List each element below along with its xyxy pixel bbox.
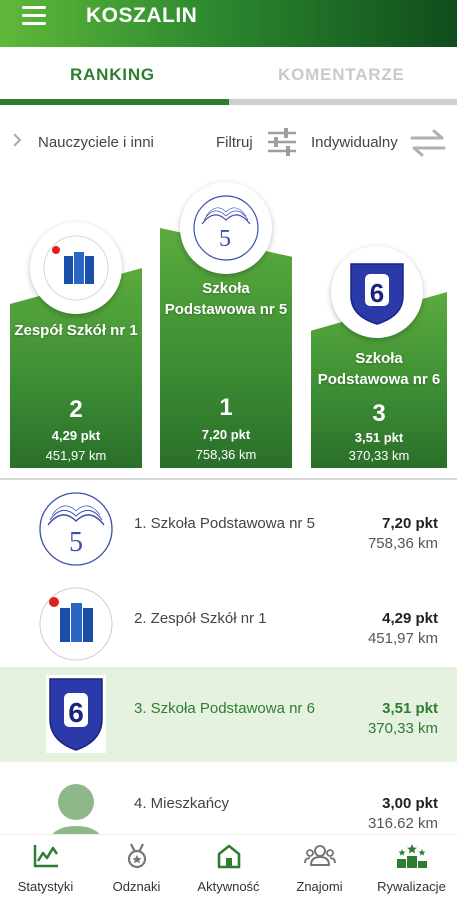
sp6-numeral: 6: [370, 278, 384, 308]
nav-aktywnosc[interactable]: Aktywność: [183, 835, 274, 900]
nav-rywalizacje[interactable]: Rywalizacje: [366, 835, 457, 900]
ranking-row-distance: 370,33 km: [367, 720, 438, 737]
podium-second-points: 4,29 pkt: [51, 428, 101, 443]
category-selector[interactable]: Nauczyciele i inni: [38, 134, 154, 151]
page-title: KOSZALIN: [86, 4, 198, 27]
ranking-row-distance: 758,36 km: [367, 535, 438, 552]
podium-first-distance: 758,36 km: [195, 447, 257, 462]
tab-bar: RANKING KOMENTARZE: [0, 47, 457, 105]
swap-arrows-icon[interactable]: [408, 128, 448, 158]
nav-label: Rywalizacje: [377, 879, 446, 894]
ranking-row-label: 1. Szkoła Podstawowa nr 5: [134, 515, 315, 532]
ranking-row-label: 2. Zespół Szkół nr 1: [134, 610, 267, 627]
ranking-row-points: 4,29 pkt: [382, 610, 438, 627]
podium-second-rank: 2: [69, 396, 83, 423]
school-6-logo: 6: [331, 246, 423, 338]
podium-second-name: Zespół Szkół nr 1: [14, 322, 138, 339]
podium-third-points: 3,51 pkt: [354, 430, 404, 445]
ranking-row-points: 3,00 pkt: [382, 795, 438, 812]
tab-active-indicator: [0, 99, 229, 105]
ranking-row-label: 4. Mieszkańcy: [134, 795, 230, 812]
tab-ranking[interactable]: RANKING: [70, 65, 155, 85]
tab-track: [0, 99, 457, 105]
sliders-icon[interactable]: [266, 127, 298, 157]
podium-first-points: 7,20 pkt: [201, 427, 251, 442]
school-5-logo: 5: [180, 182, 272, 274]
medal-icon: [123, 843, 151, 869]
ranking-row-points: 7,20 pkt: [382, 515, 438, 532]
nav-label: Statystyki: [17, 879, 74, 894]
mode-selector-label[interactable]: Indywidualny: [311, 134, 398, 151]
nav-label: Odznaki: [112, 879, 161, 894]
podium-third-rank: 3: [372, 400, 386, 427]
ranking-row-4[interactable]: 4. Mieszkańcy 3,00 pkt 316.62 km: [0, 762, 457, 834]
podium-third-name: Szkoła Podstawowa nr 6: [317, 350, 441, 388]
person-avatar-icon: [34, 774, 118, 834]
bottom-navigation: Statystyki Odznaki Aktywność Znajomi Ryw…: [0, 834, 457, 900]
podium-first-name: Szkoła Podstawowa nr 5: [164, 280, 288, 318]
nav-znajomi[interactable]: Znajomi: [274, 835, 365, 900]
school-5-avatar: 5: [34, 489, 118, 569]
filter-bar: Nauczyciele i inni Filtruj Indywidualny: [0, 112, 457, 172]
nav-odznaki[interactable]: Odznaki: [91, 835, 182, 900]
filter-button-label[interactable]: Filtruj: [216, 134, 253, 151]
divider: [0, 478, 457, 480]
podium-first-rank: 1: [219, 394, 233, 421]
nav-statystyki[interactable]: Statystyki: [0, 835, 91, 900]
podium-third-distance: 370,33 km: [348, 448, 410, 463]
school-zs1-logo: [30, 222, 122, 314]
nav-label: Aktywność: [197, 879, 260, 894]
chart-line-icon: [32, 843, 60, 869]
ranking-row-1[interactable]: 5 1. Szkoła Podstawowa nr 5 7,20 pkt 758…: [0, 482, 457, 577]
sp5-numeral: 5: [219, 226, 231, 252]
app-bar: KOSZALIN: [0, 0, 457, 47]
nav-label: Znajomi: [296, 879, 343, 894]
hamburger-menu-icon[interactable]: [22, 6, 46, 25]
school-6-avatar: 6: [46, 675, 106, 755]
avatar-sp5-numeral: 5: [69, 527, 83, 558]
ranking-row-distance: 316.62 km: [367, 815, 438, 832]
school-zs1-avatar: [34, 584, 118, 664]
tab-komentarze[interactable]: KOMENTARZE: [278, 65, 405, 85]
ranking-row-points: 3,51 pkt: [382, 700, 438, 717]
podium-second-distance: 451,97 km: [45, 448, 107, 463]
friends-icon: [304, 843, 336, 869]
podium-stars-icon: [396, 843, 428, 869]
ranking-row-3-highlighted[interactable]: 6 3. Szkoła Podstawowa nr 6 3,51 pkt 370…: [0, 667, 457, 762]
home-icon: [215, 843, 243, 869]
ranking-row-distance: 451,97 km: [367, 630, 438, 647]
ranking-row-label: 3. Szkoła Podstawowa nr 6: [134, 700, 315, 717]
chevron-right-icon[interactable]: [12, 132, 22, 153]
ranking-row-2[interactable]: 2. Zespół Szkół nr 1 4,29 pkt 451,97 km: [0, 577, 457, 672]
avatar-sp6-numeral: 6: [68, 697, 84, 728]
